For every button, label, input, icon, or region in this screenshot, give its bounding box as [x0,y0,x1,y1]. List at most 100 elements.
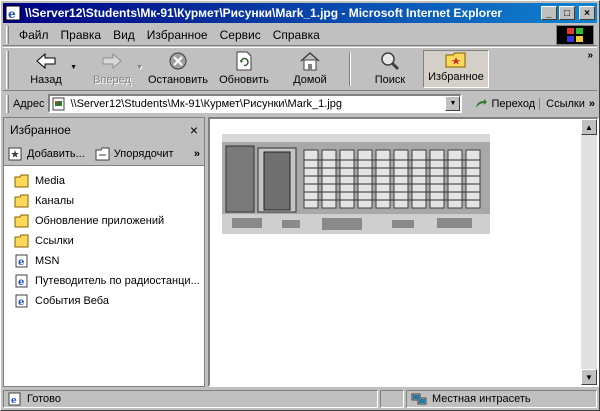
forward-dropdown-icon[interactable]: ▼ [136,64,143,71]
status-bar: e Готово Местная интрасеть [3,389,597,409]
home-button[interactable]: Домой [277,48,343,90]
menu-file[interactable]: Файл [13,28,55,42]
ie-link-icon: e [15,274,28,288]
svg-text:e: e [18,257,24,268]
links-toolbar[interactable]: Ссылки » [539,97,595,110]
toolbar-more-chevron[interactable]: » [587,50,593,61]
address-value: \\Server12\Students\Мк-91\Курмет\Рисунки… [70,97,342,110]
go-label: Переход [491,97,536,110]
favorite-item-label: События Веба [35,295,109,307]
organize-favorites-icon [95,147,110,160]
minimize-button[interactable]: _ [541,6,557,20]
folder-icon [14,234,29,248]
home-label: Домой [293,74,327,86]
organize-favorites-button[interactable]: Упорядочит [95,147,174,161]
favorites-folder-icon [444,51,468,69]
add-favorite-button[interactable]: Добавить... [8,147,85,161]
window-title: \\Server12\Students\Мк-91\Курмет\Рисунки… [25,6,503,20]
favorites-list: Media Каналы Обновление приложений Ссылк… [4,166,204,311]
refresh-button[interactable]: Обновить [211,48,277,90]
ie-link-icon: e [15,294,28,308]
favorite-item-label: Media [35,175,65,187]
standard-toolbar: Назад ▼ Вперед ▼ Остановить Обновить Дом… [3,47,597,91]
address-grip[interactable] [6,94,9,113]
favorites-label: Избранное [428,71,484,83]
address-label: Адрес [12,97,45,110]
svg-text:e: e [8,7,16,21]
close-button[interactable]: × [579,6,595,20]
go-arrow-icon [476,98,488,108]
svg-text:e: e [18,277,24,288]
back-button[interactable]: Назад ▼ [13,48,79,90]
forward-arrow-icon [100,50,124,72]
add-favorite-label: Добавить... [27,147,85,160]
favorites-pane-close-button[interactable]: × [190,122,198,138]
favorite-item-web-events[interactable]: e События Веба [4,291,204,311]
refresh-label: Обновить [219,74,269,86]
favorite-item-links[interactable]: Ссылки [4,231,204,251]
menu-bar: Файл Правка Вид Избранное Сервис Справка [3,24,597,46]
status-zone-panel: Местная интрасеть [406,390,597,408]
search-label: Поиск [374,74,406,86]
status-text: Готово [27,393,61,405]
go-button[interactable]: Переход [470,98,539,110]
toolbar-separator [349,52,351,86]
svg-text:e: e [18,297,24,308]
toolbar-grip[interactable] [6,51,9,89]
favorite-item-channels[interactable]: Каналы [4,191,204,211]
favorite-item-label: Путеводитель по радиостанци... [35,275,200,287]
maximize-button[interactable]: □ [559,6,575,20]
back-dropdown-icon[interactable]: ▼ [70,64,77,71]
links-more-chevron[interactable]: » [589,98,595,110]
intranet-zone-icon [411,393,427,405]
favorite-item-msn[interactable]: e MSN [4,251,204,271]
favorite-item-label: Каналы [35,195,75,207]
mark-1-image [222,134,490,234]
favorite-item-radio-guide[interactable]: e Путеводитель по радиостанци... [4,271,204,291]
address-bar: Адрес \\Server12\Students\Мк-91\Курмет\Р… [3,92,597,115]
stop-icon [166,50,190,72]
vertical-scrollbar[interactable]: ▲ ▼ [581,119,597,385]
favorite-item-label: Обновление приложений [35,215,165,227]
favorites-pane-title: Избранное [10,123,71,137]
menu-favorites[interactable]: Избранное [141,28,214,42]
page-content: ▲ ▼ [208,117,599,387]
favorite-item-label: MSN [35,255,60,267]
menu-tools[interactable]: Сервис [214,28,267,42]
ie-window: e \\Server12\Students\Мк-91\Курмет\Рисун… [0,0,600,411]
menu-grip[interactable] [6,25,9,44]
scroll-up-button[interactable]: ▲ [581,119,597,135]
status-zone-text: Местная интрасеть [432,393,531,405]
ie-icon: e [5,5,21,21]
menu-view[interactable]: Вид [107,28,141,42]
menu-edit[interactable]: Правка [55,28,108,42]
status-text-panel: e Готово [3,390,378,408]
favorites-pane: Избранное × Добавить... Упорядочит » Med… [3,117,205,387]
search-button[interactable]: Поиск [357,48,423,90]
menu-help[interactable]: Справка [267,28,326,42]
favorites-button[interactable]: Избранное [423,50,489,88]
back-arrow-icon [34,50,58,72]
organize-favorites-label: Упорядочит [113,147,174,160]
stop-button[interactable]: Остановить [145,48,211,90]
scroll-down-button[interactable]: ▼ [581,369,597,385]
title-bar[interactable]: e \\Server12\Students\Мк-91\Курмет\Рисун… [3,3,597,23]
favorites-pane-toolbar: Добавить... Упорядочит » [4,142,204,166]
folder-icon [14,214,29,228]
search-icon [378,50,402,72]
favorite-item-media[interactable]: Media [4,171,204,191]
page-done-icon: e [8,392,21,406]
favorites-tools-more-chevron[interactable]: » [194,148,200,160]
back-label: Назад [30,74,62,86]
status-empty-panel [380,390,404,408]
address-field[interactable]: \\Server12\Students\Мк-91\Курмет\Рисунки… [48,94,463,113]
address-dropdown-icon[interactable]: ▼ [445,96,461,111]
ie-link-icon: e [15,254,28,268]
stop-label: Остановить [147,74,209,86]
home-icon [298,50,322,72]
windows-logo-icon [556,25,594,45]
favorite-item-app-updates[interactable]: Обновление приложений [4,211,204,231]
folder-icon [14,174,29,188]
folder-icon [14,194,29,208]
forward-button[interactable]: Вперед ▼ [79,48,145,90]
